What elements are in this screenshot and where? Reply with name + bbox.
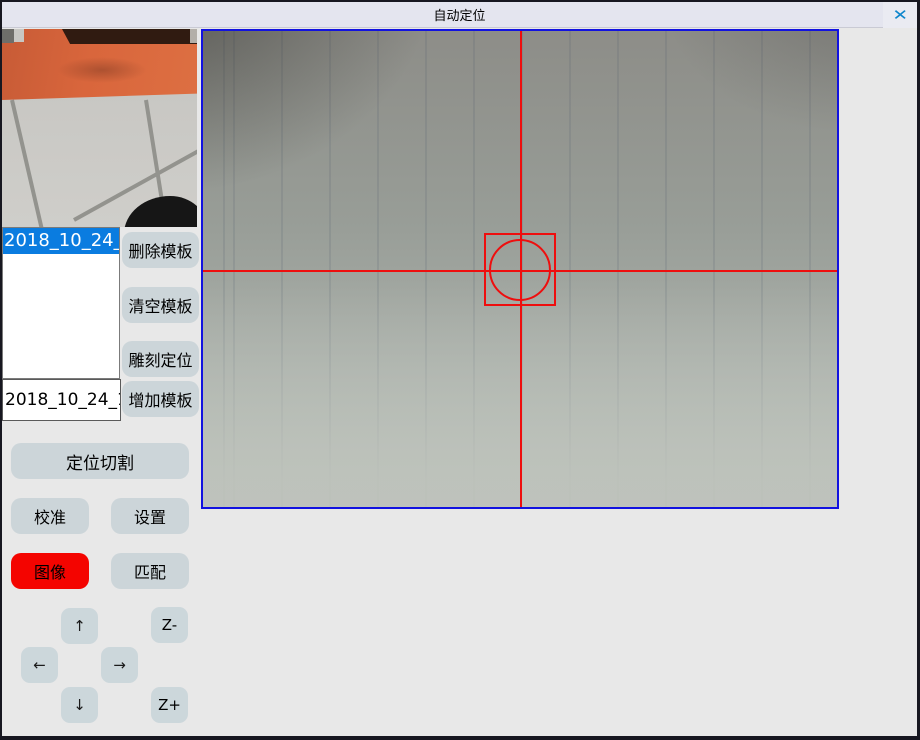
- jog-right-button[interactable]: →: [101, 647, 138, 683]
- add-template-button[interactable]: 增加模板: [122, 381, 199, 417]
- jog-z-plus-button[interactable]: Z+: [151, 687, 188, 723]
- thumbnail-tile-line: [10, 100, 44, 227]
- position-cut-button[interactable]: 定位切割: [11, 443, 189, 479]
- thumbnail-smudge: [57, 57, 147, 83]
- down-arrow-icon: ↓: [73, 696, 86, 714]
- match-button[interactable]: 匹配: [111, 553, 189, 589]
- template-list[interactable]: 2018_10_24_11: [2, 227, 120, 379]
- title-bar: 自动定位: [2, 2, 917, 28]
- auto-position-dialog: 自动定位 ✕ 2018_10_24_11 删除模板 清空模板 雕刻定位 增加模板…: [0, 0, 920, 740]
- settings-button[interactable]: 设置: [111, 498, 189, 534]
- template-thumbnail: [2, 29, 197, 227]
- jog-up-button[interactable]: ↑: [61, 608, 98, 644]
- clear-templates-button[interactable]: 清空模板: [122, 287, 199, 323]
- jog-down-button[interactable]: ↓: [61, 687, 98, 723]
- thumbnail-dark-object: [124, 196, 197, 227]
- close-button[interactable]: ✕: [883, 2, 917, 28]
- thumbnail-light-block: [14, 29, 24, 42]
- thumbnail-gray-block: [2, 29, 14, 43]
- jog-left-button[interactable]: ←: [21, 647, 58, 683]
- image-button[interactable]: 图像: [11, 553, 89, 589]
- delete-template-button[interactable]: 删除模板: [122, 232, 199, 268]
- jog-z-minus-button[interactable]: Z-: [151, 607, 188, 643]
- calibrate-button[interactable]: 校准: [11, 498, 89, 534]
- template-name-input[interactable]: [2, 379, 121, 421]
- dialog-title: 自动定位: [433, 5, 485, 24]
- up-arrow-icon: ↑: [73, 617, 86, 635]
- engrave-position-button[interactable]: 雕刻定位: [122, 341, 199, 377]
- target-circle: [489, 239, 551, 301]
- close-icon: ✕: [892, 6, 908, 24]
- right-arrow-icon: →: [113, 656, 126, 674]
- thumbnail-corner-block: [190, 29, 197, 43]
- camera-view[interactable]: [201, 29, 839, 509]
- left-arrow-icon: ←: [33, 656, 46, 674]
- thumbnail-dark-band: [62, 29, 197, 44]
- template-list-item[interactable]: 2018_10_24_11: [3, 228, 119, 254]
